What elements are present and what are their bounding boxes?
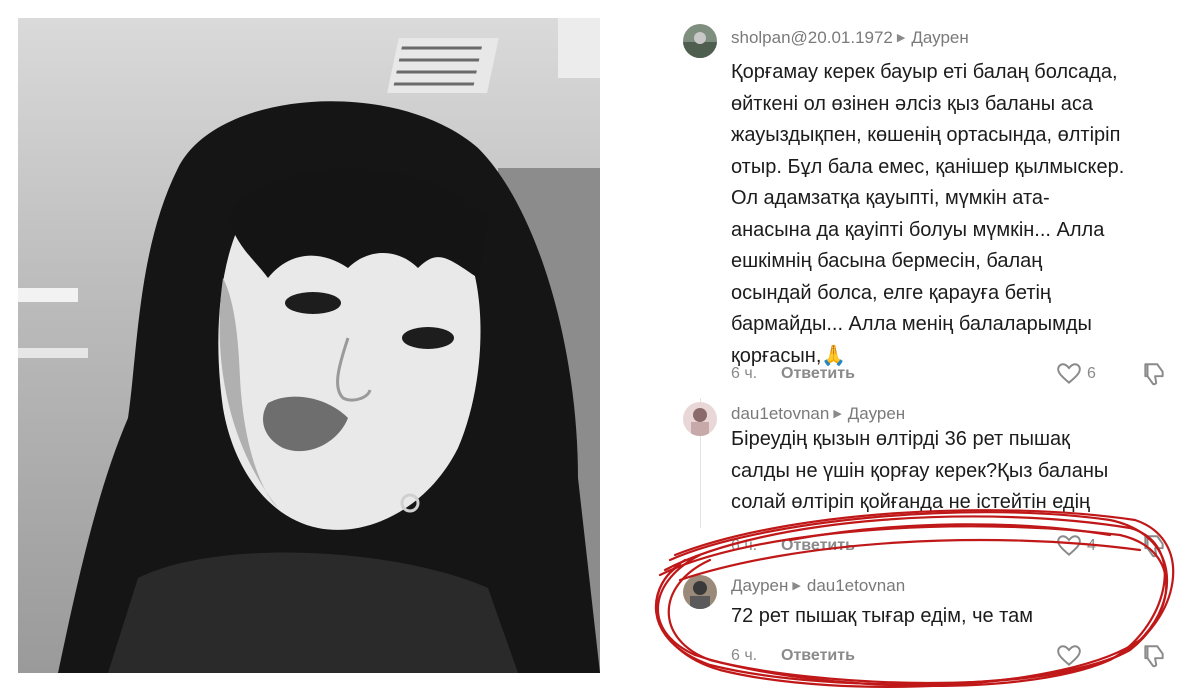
comments-panel: sholpan@20.01.1972 ▶ Даурен Қорғамау керек… [640,0,1200,700]
like-count: 6 [1087,365,1096,382]
comment-username[interactable]: sholpan@20.01.1972 [731,28,893,47]
comment-meta: sholpan@20.01.1972 ▶ Даурен [731,28,969,48]
reply-button[interactable]: Ответить [781,647,855,665]
comment-meta: Даурен ▶ dau1etovnan [731,576,905,596]
heart-outline-icon[interactable] [1056,643,1082,669]
comment-text: Біреудің қызын өлтірді 36 рет пышақ салд… [731,428,1109,513]
heart-outline-icon[interactable] [1056,533,1082,559]
comment-username[interactable]: Даурен [731,576,788,595]
thumb-down-outline-icon[interactable] [1141,643,1167,669]
comment-text: Қорғамау керек бауыр еті балаң болсада, … [731,61,1125,367]
comment-time: 6 ч. [731,537,758,554]
reply-to-username[interactable]: Даурен [848,404,905,423]
comment-actions: 6 ч. Ответить 4 [731,533,1171,559]
avatar[interactable] [683,24,717,58]
reply-arrow-icon: ▶ [896,32,906,44]
comment-actions: 6 ч. Ответить [731,643,1171,669]
avatar[interactable] [683,575,717,609]
reply-arrow-icon: ▶ [792,580,801,592]
thumb-down-outline-icon[interactable] [1141,361,1167,387]
reply-button[interactable]: Ответить [781,365,855,383]
heart-outline-icon[interactable] [1056,361,1082,387]
portrait-illustration [18,18,600,673]
comment-time: 6 ч. [731,647,758,664]
thumb-down-outline-icon[interactable] [1141,533,1167,559]
avatar[interactable] [683,402,717,436]
comment-text: 72 рет пышақ тығар едім, че там [731,605,1033,627]
reply-button[interactable]: Ответить [781,537,855,555]
comment-actions: 6 ч. Ответить 6 [731,361,1171,387]
reply-to-username[interactable]: dau1etovnan [807,576,905,595]
reply-arrow-icon: ▶ [833,408,842,420]
like-count: 4 [1087,537,1096,554]
comment-time: 6 ч. [731,365,758,382]
comment-username[interactable]: dau1etovnan [731,404,829,423]
comment-meta: dau1etovnan ▶ Даурен [731,404,905,424]
portrait-photo [18,18,600,673]
reply-to-username[interactable]: Даурен [911,28,968,47]
